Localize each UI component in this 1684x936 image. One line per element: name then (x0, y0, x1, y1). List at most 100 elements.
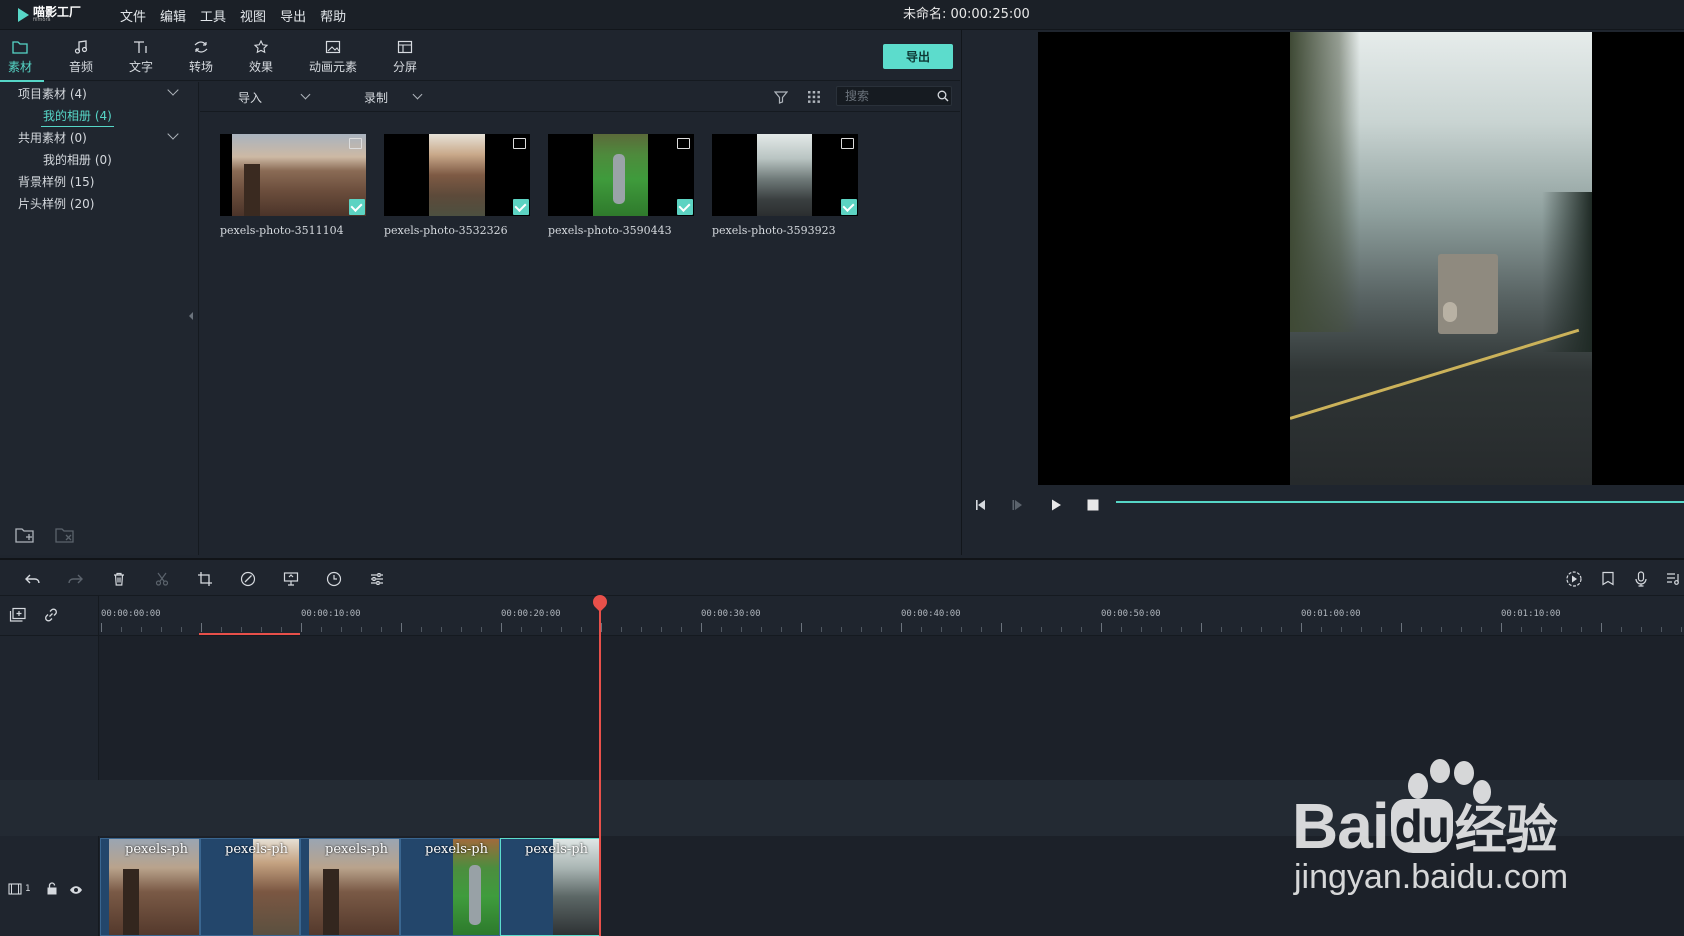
timeline-clip[interactable]: pexels-ph (100, 838, 200, 936)
ruler-tick (481, 627, 482, 632)
ruler-tick (1181, 627, 1182, 632)
menu-export[interactable]: 导出 (273, 6, 313, 25)
export-button[interactable]: 导出 (883, 44, 953, 69)
render-preview-icon[interactable] (1565, 570, 1583, 588)
delete-folder-icon[interactable] (54, 526, 76, 547)
lock-icon[interactable] (46, 882, 58, 898)
timeline-header-tools (0, 596, 99, 636)
image-type-icon (841, 138, 854, 149)
delete-icon[interactable] (110, 570, 128, 588)
preview-progress-bar[interactable] (1116, 501, 1684, 503)
marker-icon[interactable] (1599, 570, 1617, 588)
record-dropdown[interactable]: 录制 (364, 82, 423, 112)
tab-media[interactable]: 素材 (0, 36, 50, 82)
ruler-tick-label: 00:01:00:00 (1301, 609, 1361, 619)
tab-audio[interactable]: 音频 (51, 36, 111, 75)
stop-icon[interactable] (1086, 498, 1100, 515)
image-icon (303, 36, 363, 58)
prev-frame-icon[interactable] (974, 498, 988, 515)
microphone-icon[interactable] (1632, 570, 1650, 588)
menu-view[interactable]: 视图 (233, 6, 273, 25)
ruler-tick (1101, 623, 1102, 632)
next-frame-icon[interactable] (1011, 498, 1025, 515)
playhead[interactable] (599, 600, 601, 936)
folder-actions (14, 526, 76, 547)
transition-icon (171, 36, 231, 58)
cut-icon[interactable] (153, 570, 171, 588)
tree-shared-media[interactable]: 共用素材 (0) (18, 129, 87, 146)
duration-icon[interactable] (325, 570, 343, 588)
ruler-tick (921, 627, 922, 632)
new-folder-icon[interactable] (14, 526, 36, 547)
ruler-tick (1541, 627, 1542, 632)
import-dropdown[interactable]: 导入 (238, 82, 311, 112)
ruler-tick (1681, 627, 1682, 632)
ruler-tick (561, 627, 562, 632)
ruler-tick (621, 627, 622, 632)
search-input[interactable] (836, 86, 952, 106)
collapse-panel-icon[interactable] (189, 312, 193, 320)
tab-transitions[interactable]: 转场 (171, 36, 231, 75)
filter-icon[interactable] (773, 90, 789, 107)
timeline-clip[interactable]: pexels-ph (200, 838, 300, 936)
ruler-tick (1381, 627, 1382, 632)
ruler-tick (761, 627, 762, 632)
preview-frame-image (1290, 32, 1592, 485)
eye-icon[interactable] (69, 884, 83, 898)
undo-icon[interactable] (24, 570, 42, 588)
checkmark-icon[interactable] (677, 199, 693, 215)
add-track-icon[interactable] (9, 607, 27, 626)
timeline-clip[interactable]: pexels-ph (300, 838, 400, 936)
speed-icon[interactable] (239, 570, 257, 588)
ruler-tick (861, 627, 862, 632)
ruler-tick (341, 627, 342, 632)
media-thumbnail[interactable] (220, 134, 366, 216)
tab-elements[interactable]: 动画元素 (303, 36, 363, 75)
ruler-tick (1461, 627, 1462, 632)
checkmark-icon[interactable] (841, 199, 857, 215)
ruler-tick (461, 627, 462, 632)
media-thumbnail[interactable] (548, 134, 694, 216)
timeline-clip[interactable]: pexels-ph (400, 838, 500, 936)
chevron-down-icon[interactable] (167, 84, 179, 96)
main-menu: 文件 编辑 工具 视图 导出 帮助 (113, 0, 353, 30)
play-icon[interactable] (1049, 498, 1063, 515)
ruler-tick-label: 00:00:50:00 (1101, 609, 1161, 619)
screen-record-icon[interactable] (282, 570, 300, 588)
chevron-down-icon[interactable] (167, 128, 179, 140)
menu-file[interactable]: 文件 (113, 6, 153, 25)
link-icon[interactable] (43, 607, 59, 626)
ruler-tick (1301, 623, 1302, 632)
tree-my-album-shared[interactable]: 我的相册 (0) (43, 151, 112, 168)
crop-icon[interactable] (196, 570, 214, 588)
media-thumbnail[interactable] (384, 134, 530, 216)
tab-text[interactable]: 文字 (111, 36, 171, 75)
checkmark-icon[interactable] (349, 199, 365, 215)
checkmark-icon[interactable] (513, 199, 529, 215)
ruler-tick (161, 627, 162, 632)
grid-view-icon[interactable] (807, 90, 821, 107)
logo-mark-icon (18, 8, 29, 22)
tree-intro-samples[interactable]: 片头样例 (20) (18, 195, 94, 212)
tree-project-media[interactable]: 项目素材 (4) (18, 85, 87, 102)
tree-my-album-project[interactable]: 我的相册 (4) (41, 107, 114, 127)
menu-help[interactable]: 帮助 (313, 6, 353, 25)
tab-split-screen[interactable]: 分屏 (375, 36, 435, 75)
tab-effects[interactable]: 效果 (231, 36, 291, 75)
menu-tools[interactable]: 工具 (193, 6, 233, 25)
thumbnail-image (232, 134, 366, 216)
effects-icon (231, 36, 291, 58)
adjust-icon[interactable] (368, 570, 386, 588)
ruler-tick (961, 627, 962, 632)
timeline-ruler[interactable]: 00:00:00:00 00:00:10:00 00:00:20:00 00:00:3… (99, 596, 1684, 636)
audio-mixer-icon[interactable] (1664, 570, 1682, 588)
project-title: 未命名: 00:00:25:00 (903, 7, 1030, 22)
ruler-tick (501, 623, 502, 632)
media-thumbnail[interactable] (712, 134, 858, 216)
redo-icon[interactable] (66, 570, 84, 588)
timeline-clip[interactable]: pexels-ph (500, 838, 600, 936)
ruler-tick (1421, 627, 1422, 632)
menu-edit[interactable]: 编辑 (153, 6, 193, 25)
tree-background-samples[interactable]: 背景样例 (15) (18, 173, 94, 190)
search-icon[interactable] (937, 90, 949, 105)
